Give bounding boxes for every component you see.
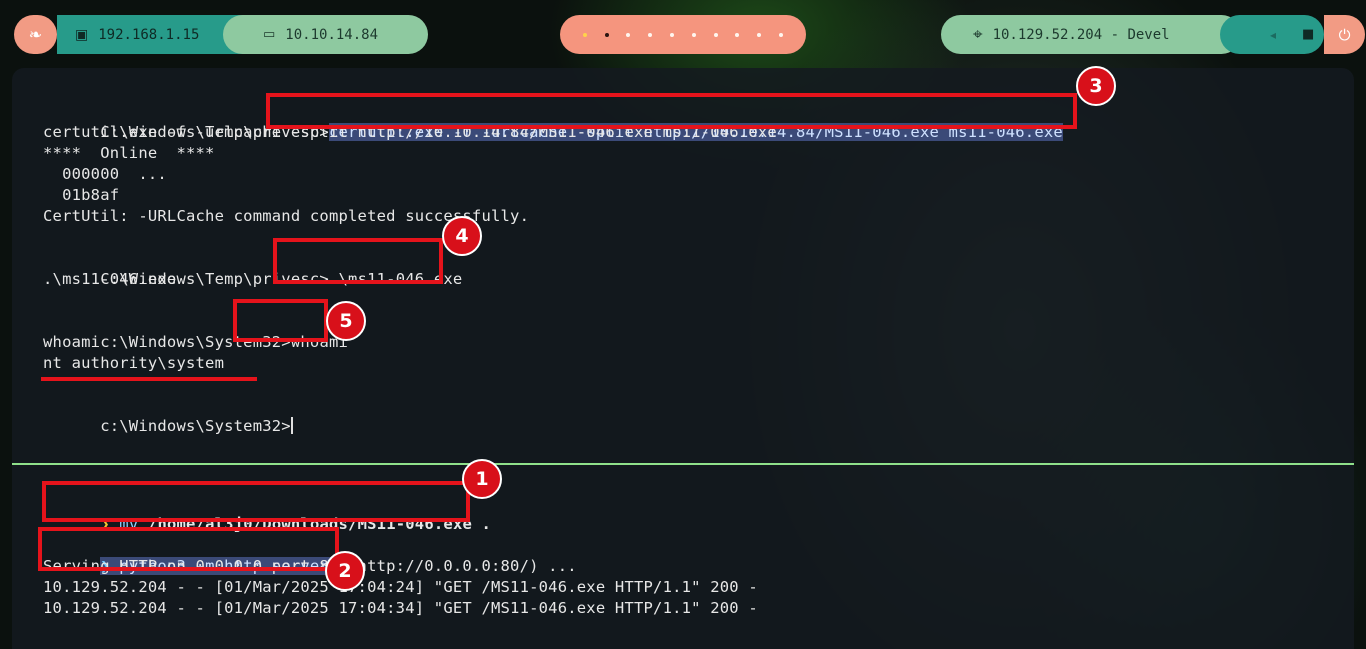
kali-dragon-icon: ❧ (28, 25, 43, 44)
volume-icon[interactable]: ◂ (1270, 28, 1276, 42)
highlight-box-4 (273, 238, 443, 284)
system-tray: ◂ ■ (1220, 15, 1324, 54)
workspace-dot[interactable] (604, 32, 609, 37)
step-badge-5: 5 (326, 301, 366, 341)
http-log-line: 10.129.52.204 - - [01/Mar/2025 17:04:34]… (43, 599, 758, 617)
vpn-ip-label: 10.10.14.84 (285, 26, 379, 43)
launcher-button[interactable]: ❧ (14, 15, 57, 54)
highlight-box-5 (233, 299, 328, 342)
text-cursor (290, 417, 293, 434)
workspace-dot[interactable] (626, 32, 631, 37)
workspace-dot[interactable] (582, 32, 587, 37)
workspace-dot[interactable] (779, 32, 784, 37)
underline-nt-authority-system (41, 377, 257, 381)
terminal-output-line: 000000 ... (43, 165, 167, 183)
workspace-dot[interactable] (691, 32, 696, 37)
workspace-switcher[interactable] (560, 15, 806, 54)
local-ip-widget[interactable]: ▣ 192.168.1.15 (57, 15, 243, 54)
highlight-box-2 (38, 527, 339, 571)
step-badge-1: 1 (462, 459, 502, 499)
terminal-output-system: nt authority\system (43, 354, 225, 372)
power-button[interactable]: ⏻ (1324, 15, 1365, 54)
target-widget[interactable]: ⌖ 10.129.52.204 - Devel (941, 15, 1241, 54)
terminal-output-line: 01b8af (43, 186, 120, 204)
step-badge-4: 4 (442, 216, 482, 256)
terminal-output-line: .\ms11-046.exe (43, 270, 177, 288)
local-ip-label: 192.168.1.15 (98, 26, 200, 43)
crosshair-icon: ⌖ (973, 24, 983, 45)
vpn-ip-widget[interactable]: ▭ 10.10.14.84 (223, 15, 428, 54)
terminal-output-line: **** Online **** (43, 144, 215, 162)
step-badge-3: 3 (1076, 66, 1116, 106)
workspace-dot[interactable] (735, 32, 740, 37)
status-bar: ❧ ▣ 192.168.1.15 ▭ 10.10.14.84 ⌖ 10.129.… (0, 0, 1366, 68)
terminal-prompt: c:\Windows\System32> (100, 417, 291, 435)
highlight-box-1 (42, 481, 470, 522)
target-label: 10.129.52.204 - Devel (992, 26, 1170, 43)
workspace-dot[interactable] (670, 32, 675, 37)
lock-icon[interactable]: ■ (1302, 27, 1314, 42)
terminal-output-line: whoami (43, 333, 101, 351)
workspace-dot[interactable] (713, 32, 718, 37)
step-badge-2: 2 (325, 551, 365, 591)
laptop-icon: ▭ (263, 27, 276, 42)
highlight-box-3 (266, 93, 1077, 129)
power-icon: ⏻ (1338, 25, 1351, 44)
workspace-dot[interactable] (648, 32, 653, 37)
http-log-line: 10.129.52.204 - - [01/Mar/2025 17:04:24]… (43, 578, 758, 596)
ethernet-icon: ▣ (75, 26, 89, 43)
workspace-dot[interactable] (757, 32, 762, 37)
